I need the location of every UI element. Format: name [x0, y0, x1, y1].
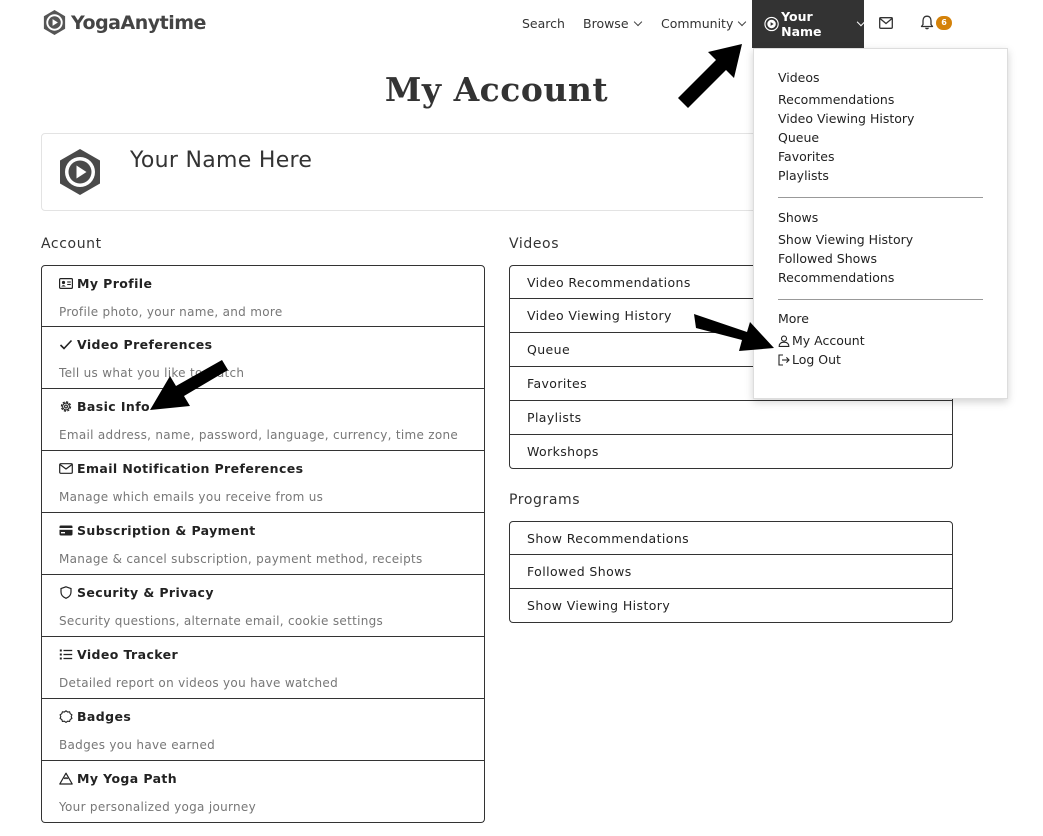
annotation-arrow-icon — [694, 314, 774, 351]
envelope-icon[interactable] — [879, 17, 893, 29]
badge-icon — [59, 709, 73, 723]
account-item-label: Subscription & Payment — [77, 522, 256, 538]
annotation-arrow-icon — [678, 44, 742, 108]
id-card-icon — [59, 277, 73, 289]
account-item-label: Basic Info — [77, 398, 151, 414]
nav-community-label: Community — [661, 16, 734, 31]
account-item-desc: Profile photo, your name, and more — [59, 305, 283, 319]
account-item-desc: Tell us what you like to watch — [59, 366, 245, 380]
dropdown-link-followed-shows[interactable]: Followed Shows — [778, 249, 983, 268]
nav-user-label: Your Name — [781, 9, 822, 39]
dropdown-link-queue[interactable]: Queue — [778, 128, 983, 147]
programs-link-show-recommendations[interactable]: Show Recommendations — [509, 521, 953, 555]
top-navbar: YogaAnytime Search Browse Community Your… — [0, 0, 1043, 48]
dropdown-link-favorites[interactable]: Favorites — [778, 147, 983, 166]
account-item-video-preferences[interactable]: Video Preferences Tell us what you like … — [41, 327, 485, 389]
account-item-security-privacy[interactable]: Security & Privacy Security questions, a… — [41, 575, 485, 637]
programs-list: Show Recommendations Followed Shows Show… — [509, 521, 953, 623]
user-icon — [778, 335, 790, 347]
account-item-desc: Manage & cancel subscription, payment me… — [59, 552, 423, 566]
account-item-label: My Profile — [77, 275, 153, 291]
account-item-label: My Yoga Path — [77, 770, 178, 786]
nav-browse-menu[interactable]: Browse — [583, 16, 642, 31]
account-item-my-profile[interactable]: My Profile Profile photo, your name, and… — [41, 265, 485, 327]
account-list: My Profile Profile photo, your name, and… — [41, 265, 485, 823]
account-item-badges[interactable]: Badges Badges you have earned — [41, 699, 485, 761]
account-item-desc: Security questions, alternate email, coo… — [59, 614, 384, 628]
videos-link-playlists[interactable]: Playlists — [509, 401, 953, 435]
chevron-down-icon — [856, 17, 866, 27]
dropdown-link-video-viewing-history[interactable]: Video Viewing History — [778, 109, 983, 128]
nav-user-menu[interactable]: Your Name — [752, 0, 866, 48]
logo-text: YogaAnytime — [71, 11, 206, 34]
account-item-label: Security & Privacy — [77, 584, 214, 600]
user-avatar-icon — [764, 16, 779, 32]
account-item-subscription-payment[interactable]: Subscription & Payment Manage & cancel s… — [41, 513, 485, 575]
account-section-title: Account — [41, 236, 102, 252]
account-item-label: Video Preferences — [77, 336, 213, 352]
credit-card-icon — [59, 525, 73, 535]
check-icon — [59, 339, 73, 350]
account-item-desc: Badges you have earned — [59, 738, 216, 752]
bell-icon — [920, 15, 934, 30]
list-icon — [59, 649, 73, 659]
mountain-icon — [59, 772, 73, 785]
nav-community-menu[interactable]: Community — [661, 16, 747, 31]
account-item-basic-info[interactable]: Basic Info Email address, name, password… — [41, 389, 485, 451]
dropdown-divider — [778, 299, 983, 300]
dropdown-link-log-out[interactable]: Log Out — [778, 350, 983, 369]
envelope-icon — [59, 462, 73, 474]
account-item-label: Badges — [77, 708, 132, 724]
programs-section-title: Programs — [509, 492, 581, 508]
dropdown-link-show-viewing-history[interactable]: Show Viewing History — [778, 230, 983, 249]
dropdown-link-my-account[interactable]: My Account — [778, 331, 983, 350]
logo-icon — [43, 9, 66, 36]
gear-icon — [60, 400, 72, 412]
dropdown-divider — [778, 197, 983, 198]
dropdown-my-account-label: My Account — [792, 333, 865, 348]
dropdown-link-show-recommendations[interactable]: Recommendations — [778, 268, 983, 287]
chevron-down-icon — [738, 17, 747, 26]
account-item-desc: Detailed report on videos you have watch… — [59, 676, 339, 690]
account-item-email-notifications[interactable]: Email Notification Preferences Manage wh… — [41, 451, 485, 513]
account-item-label: Video Tracker — [77, 646, 179, 662]
notifications-button[interactable]: 6 — [920, 15, 952, 30]
profile-name: Your Name Here — [130, 148, 313, 173]
nav-search-link[interactable]: Search — [522, 16, 565, 31]
annotation-arrow-icon — [150, 360, 228, 410]
account-item-desc: Your personalized yoga journey — [59, 800, 257, 814]
account-item-desc: Email address, name, password, language,… — [59, 428, 459, 442]
chevron-down-icon — [633, 17, 642, 26]
videos-section-title: Videos — [509, 236, 560, 252]
dropdown-videos-title: Videos — [778, 70, 820, 85]
notification-count-badge: 6 — [936, 15, 952, 30]
programs-link-show-viewing-history[interactable]: Show Viewing History — [509, 589, 953, 623]
dropdown-more-title: More — [778, 311, 809, 326]
videos-link-workshops[interactable]: Workshops — [509, 435, 953, 469]
nav-browse-label: Browse — [583, 16, 629, 31]
programs-link-followed-shows[interactable]: Followed Shows — [509, 555, 953, 589]
dropdown-shows-title: Shows — [778, 210, 819, 225]
shield-icon — [60, 585, 72, 599]
logo[interactable]: YogaAnytime — [41, 9, 206, 36]
sign-out-icon — [778, 353, 790, 366]
dropdown-link-recommendations[interactable]: Recommendations — [778, 90, 983, 109]
dropdown-log-out-label: Log Out — [792, 352, 841, 367]
account-item-desc: Manage which emails you receive from us — [59, 490, 324, 504]
account-item-video-tracker[interactable]: Video Tracker Detailed report on videos … — [41, 637, 485, 699]
profile-avatar-icon — [60, 149, 100, 195]
account-item-label: Email Notification Preferences — [77, 460, 304, 476]
account-item-my-yoga-path[interactable]: My Yoga Path Your personalized yoga jour… — [41, 761, 485, 823]
user-dropdown-menu: Videos Recommendations Video Viewing His… — [753, 48, 1008, 399]
dropdown-link-playlists[interactable]: Playlists — [778, 166, 983, 185]
